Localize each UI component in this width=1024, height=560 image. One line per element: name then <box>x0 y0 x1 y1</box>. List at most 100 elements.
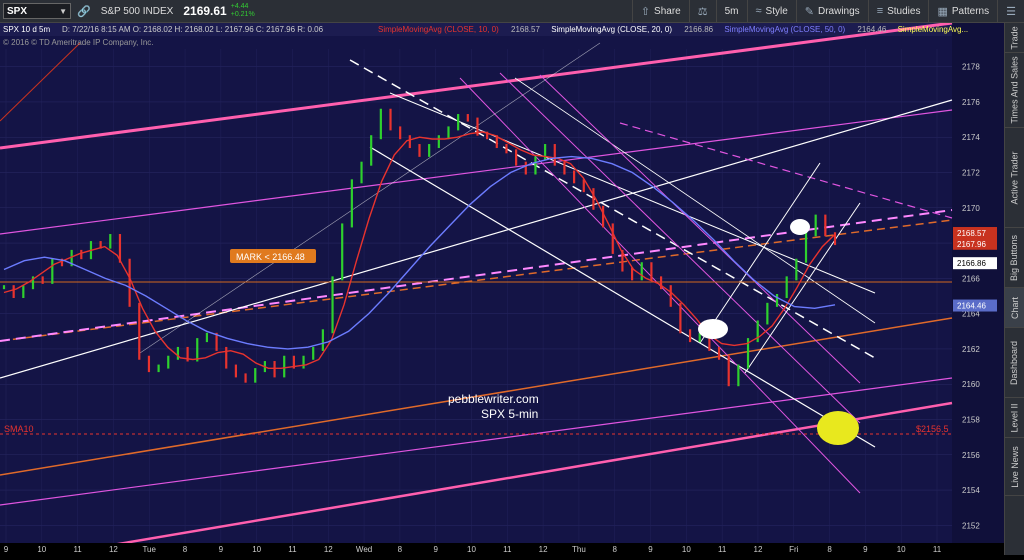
y-tick-label: 2152 <box>962 521 980 530</box>
study-value: 2164.46 <box>857 25 886 34</box>
x-tick-label: 11 <box>503 545 512 554</box>
x-tick-label: 8 <box>613 545 618 554</box>
x-tick-label: 9 <box>4 545 9 554</box>
style-icon: ≈ <box>755 5 762 17</box>
price-tag-label: 2164.46 <box>957 302 986 311</box>
highlight-circle-high <box>790 219 810 235</box>
y-tick-label: 2178 <box>962 63 980 72</box>
sidebar-tab-label: Chart <box>1009 296 1020 319</box>
link-icon[interactable]: 🔗 <box>77 5 91 18</box>
sidebar-tab-big-buttons[interactable]: Big Buttons <box>1005 228 1024 288</box>
y-tick-label: 2172 <box>962 169 980 178</box>
sidebar-tab-label: Active Trader <box>1009 150 1020 205</box>
net-change: +4.44 <box>230 3 249 10</box>
x-tick-label: 12 <box>754 545 763 554</box>
price-chart[interactable]: MARK < 2166.48 SMA10 $2156.5 pebblewrite… <box>0 21 1005 560</box>
x-tick-label: 10 <box>897 545 906 554</box>
x-tick-label: Fri <box>789 545 799 554</box>
chart-background <box>0 23 1005 555</box>
x-tick-label: 10 <box>37 545 46 554</box>
mark-label: MARK < 2166.48 <box>230 249 316 263</box>
price-tag-label: 2168.57 <box>957 229 986 238</box>
price-change: +4.44 +0.21% <box>231 3 255 19</box>
timeframe-button[interactable]: 5m <box>715 0 747 22</box>
symbol-description: S&P 500 INDEX <box>100 5 174 17</box>
sidebar-tab-live-news[interactable]: Live News <box>1005 438 1024 496</box>
right-sidebar: Trade Times And Sales Active Trader Big But… <box>1004 23 1024 555</box>
sidebar-tab-label: Times And Sales <box>1009 56 1020 124</box>
x-tick-label: 11 <box>718 545 727 554</box>
sidebar-tab-trade[interactable]: Trade <box>1005 23 1024 53</box>
y-tick-label: 2162 <box>962 345 980 354</box>
x-tick-label: 9 <box>219 545 224 554</box>
copyright-text: © 2016 © TD Ameritrade IP Company, Inc. <box>3 38 154 47</box>
price-tag-label: 2167.96 <box>957 240 986 249</box>
studies-icon: ≡ <box>876 5 884 17</box>
study-label: SimpleMovingAvg (CLOSE, 10, 0) <box>378 25 499 34</box>
x-tick-label: 9 <box>648 545 653 554</box>
patterns-button[interactable]: ▦ Patterns <box>928 0 997 22</box>
y-tick-label: 2156 <box>962 451 980 460</box>
watermark-caption: SPX 5-min <box>481 407 538 421</box>
menu-button[interactable]: ☰ <box>997 0 1024 22</box>
x-tick-label: Thu <box>572 545 586 554</box>
study-label: SimpleMovingAvg (CLOSE, 20, 0) <box>551 25 672 34</box>
study-value: 2168.57 <box>511 25 540 34</box>
studies-button[interactable]: ≡ Studies <box>867 0 929 22</box>
y-tick-label: 2174 <box>962 133 980 142</box>
study-value: 2166.86 <box>684 25 713 34</box>
x-tick-label: 8 <box>827 545 832 554</box>
y-tick-label: 2166 <box>962 274 980 283</box>
symbol-selector[interactable]: SPX ▼ <box>3 3 71 19</box>
x-tick-label: 11 <box>288 545 297 554</box>
time-axis: 9 10 11 12 Tue 8 9 10 11 12 Wed 8 9 10 11 12 Thu 8 9 10 11 12… <box>0 543 1005 555</box>
sma10-label: SMA10 <box>4 424 34 434</box>
highlight-circle-target <box>817 411 859 445</box>
x-tick-label: 12 <box>109 545 118 554</box>
y-tick-label: 2154 <box>962 486 980 495</box>
x-tick-label: 9 <box>863 545 868 554</box>
sidebar-tab-label: Trade <box>1009 25 1020 50</box>
flask-button[interactable]: ⚖ <box>688 0 716 22</box>
last-price: 2169.61 <box>183 4 227 18</box>
chart-area[interactable]: MARK < 2166.48 SMA10 $2156.5 pebblewrite… <box>0 21 1005 560</box>
x-tick-label: 12 <box>324 545 333 554</box>
study-label: SimpleMovingAvg (CLOSE, 50, 0) <box>724 25 845 34</box>
share-button[interactable]: ⇧ Share <box>631 0 689 22</box>
x-tick-label: Wed <box>356 545 372 554</box>
x-tick-label: 8 <box>398 545 403 554</box>
patterns-icon: ▦ <box>937 5 948 18</box>
menu-icon: ☰ <box>1006 5 1016 18</box>
highlight-circle-low <box>698 319 728 339</box>
x-tick-label: Tue <box>142 545 156 554</box>
x-tick-label: 11 <box>73 545 82 554</box>
y-tick-label: 2160 <box>962 380 980 389</box>
x-tick-label: 10 <box>252 545 261 554</box>
svg-text:MARK < 2166.48: MARK < 2166.48 <box>236 252 305 262</box>
sidebar-tab-active-trader[interactable]: Active Trader <box>1005 128 1024 228</box>
x-tick-label: 11 <box>933 545 942 554</box>
x-tick-label: 10 <box>682 545 691 554</box>
sidebar-tab-times-and-sales[interactable]: Times And Sales <box>1005 53 1024 128</box>
sidebar-tab-label: Live News <box>1009 445 1020 488</box>
y-tick-label: 2176 <box>962 98 980 107</box>
x-tick-label: 12 <box>539 545 548 554</box>
price-tag-label: 2166.86 <box>957 259 986 268</box>
drawings-button[interactable]: ✎ Drawings <box>795 0 868 22</box>
sidebar-tab-label: Level II <box>1009 402 1020 433</box>
style-button[interactable]: ≈ Style <box>746 0 796 22</box>
chart-toolbar: SPX ▼ 🔗 S&P 500 INDEX 2169.61 +4.44 +0.2… <box>0 0 1024 23</box>
y-tick-label: 2158 <box>962 416 980 425</box>
chevron-down-icon: ▼ <box>59 6 67 16</box>
share-icon: ⇧ <box>640 5 651 18</box>
x-tick-label: 10 <box>467 545 476 554</box>
level-label: $2156.5 <box>916 424 949 434</box>
y-tick-label: 2170 <box>962 204 980 213</box>
chart-symbol-label: SPX 10 d 5m <box>3 25 50 34</box>
x-tick-label: 9 <box>433 545 438 554</box>
x-tick-label: 8 <box>183 545 188 554</box>
sidebar-tab-dashboard[interactable]: Dashboard <box>1005 328 1024 398</box>
sidebar-tab-level-ii[interactable]: Level II <box>1005 398 1024 438</box>
sidebar-tab-chart[interactable]: Chart <box>1005 288 1024 328</box>
watermark-site: pebblewriter.com <box>448 392 539 406</box>
